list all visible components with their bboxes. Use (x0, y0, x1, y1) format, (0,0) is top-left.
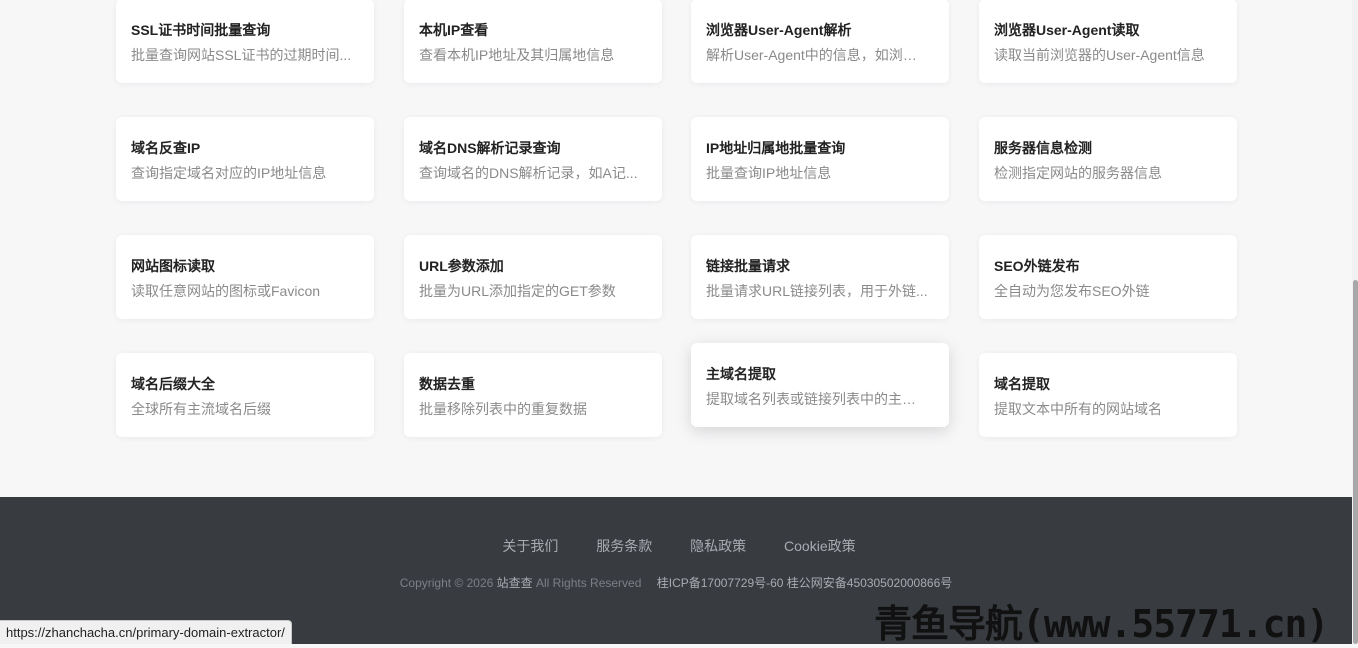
card-desc: 批量查询IP地址信息 (706, 165, 832, 181)
copyright-brand-link[interactable]: 站查查 (497, 576, 533, 590)
copyright-prefix: Copyright © 2026 (399, 576, 494, 590)
card-title: 域名反查IP (131, 140, 201, 156)
tool-card-local-ip[interactable]: 本机IP查看 查看本机IP地址及其归属地信息 (404, 0, 662, 83)
card-title: SSL证书时间批量查询 (131, 22, 271, 38)
card-desc: 查看本机IP地址及其归属地信息 (419, 47, 615, 63)
footer-link-terms[interactable]: 服务条款 (596, 538, 652, 554)
tool-card-url-params[interactable]: URL参数添加 批量为URL添加指定的GET参数 (404, 235, 662, 319)
card-desc: 提取域名列表或链接列表中的主域名 (706, 391, 928, 407)
icp-record-link[interactable]: 桂ICP备17007729号-60 桂公网安备45030502000866号 (657, 576, 953, 590)
tool-card-ua-parse[interactable]: 浏览器User-Agent解析 解析User-Agent中的信息，如浏览... (691, 0, 949, 83)
card-desc: 解析User-Agent中的信息，如浏览... (706, 47, 928, 63)
tool-card-ip-location-batch[interactable]: IP地址归属地批量查询 批量查询IP地址信息 (691, 117, 949, 201)
status-bar-url: https://zhanchacha.cn/primary-domain-ext… (0, 620, 292, 644)
card-title: 服务器信息检测 (994, 140, 1092, 156)
card-desc: 查询指定域名对应的IP地址信息 (131, 165, 327, 181)
card-desc: 查询域名的DNS解析记录，如A记... (419, 165, 638, 181)
card-title: 本机IP查看 (419, 22, 489, 38)
card-title: 浏览器User-Agent解析 (706, 22, 852, 38)
footer-links: 关于我们 服务条款 隐私政策 Cookie政策 (0, 536, 1358, 556)
card-title: IP地址归属地批量查询 (706, 140, 846, 156)
tool-card-domain-extractor[interactable]: 域名提取 提取文本中所有的网站域名 (979, 353, 1237, 437)
card-title: 域名提取 (994, 376, 1050, 392)
footer-link-privacy[interactable]: 隐私政策 (690, 538, 746, 554)
tool-card-ua-read[interactable]: 浏览器User-Agent读取 读取当前浏览器的User-Agent信息 (979, 0, 1237, 83)
tool-card-domain-to-ip[interactable]: 域名反查IP 查询指定域名对应的IP地址信息 (116, 117, 374, 201)
tool-card-link-batch-request[interactable]: 链接批量请求 批量请求URL链接列表，用于外链... (691, 235, 949, 319)
card-title: 浏览器User-Agent读取 (994, 22, 1140, 38)
card-title: 链接批量请求 (706, 258, 790, 274)
card-title: 数据去重 (419, 376, 475, 392)
tool-card-ssl-cert-batch[interactable]: SSL证书时间批量查询 批量查询网站SSL证书的过期时间... (116, 0, 374, 83)
card-desc: 读取当前浏览器的User-Agent信息 (994, 47, 1205, 63)
card-desc: 检测指定网站的服务器信息 (994, 165, 1162, 181)
tool-card-primary-domain-extractor[interactable]: 主域名提取 提取域名列表或链接列表中的主域名 (691, 343, 949, 427)
tool-card-seo-backlinks[interactable]: SEO外链发布 全自动为您发布SEO外链 (979, 235, 1237, 319)
card-desc: 批量为URL添加指定的GET参数 (419, 283, 616, 299)
tool-card-domain-suffixes[interactable]: 域名后缀大全 全球所有主流域名后缀 (116, 353, 374, 437)
card-desc: 全球所有主流域名后缀 (131, 401, 271, 417)
card-title: 域名后缀大全 (131, 376, 215, 392)
card-title: SEO外链发布 (994, 258, 1080, 274)
copyright: Copyright © 2026 站查查 All Rights Reserved… (0, 574, 1352, 591)
tool-grid: SSL证书时间批量查询 批量查询网站SSL证书的过期时间... 本机IP查看 查… (0, 0, 1352, 497)
tool-card-dedupe[interactable]: 数据去重 批量移除列表中的重复数据 (404, 353, 662, 437)
page-scrollbar[interactable] (1352, 0, 1358, 644)
card-desc: 提取文本中所有的网站域名 (994, 401, 1162, 417)
card-title: URL参数添加 (419, 258, 504, 274)
footer-link-about[interactable]: 关于我们 (502, 538, 558, 554)
tool-card-server-info[interactable]: 服务器信息检测 检测指定网站的服务器信息 (979, 117, 1237, 201)
card-title: 网站图标读取 (131, 258, 215, 274)
tool-card-dns-records[interactable]: 域名DNS解析记录查询 查询域名的DNS解析记录，如A记... (404, 117, 662, 201)
scrollbar-thumb[interactable] (1353, 280, 1358, 644)
card-title: 域名DNS解析记录查询 (419, 140, 561, 156)
copyright-rights: All Rights Reserved (536, 576, 642, 590)
tool-card-favicon[interactable]: 网站图标读取 读取任意网站的图标或Favicon (116, 235, 374, 319)
watermark-text: 青鱼导航(www.55771.cn) (874, 602, 1329, 646)
footer-link-cookie[interactable]: Cookie政策 (784, 538, 856, 554)
card-desc: 读取任意网站的图标或Favicon (131, 283, 321, 299)
card-desc: 批量移除列表中的重复数据 (419, 401, 587, 417)
card-title: 主域名提取 (706, 366, 776, 382)
card-desc: 批量查询网站SSL证书的过期时间... (131, 47, 352, 63)
card-desc: 批量请求URL链接列表，用于外链... (706, 283, 928, 299)
card-desc: 全自动为您发布SEO外链 (994, 283, 1150, 299)
